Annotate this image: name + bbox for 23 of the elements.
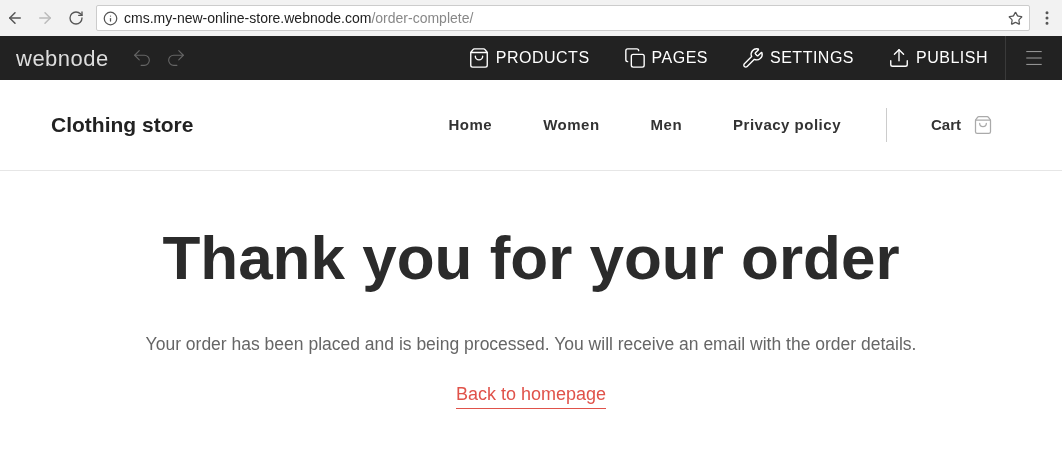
back-to-homepage-link[interactable]: Back to homepage <box>455 381 607 410</box>
pages-icon <box>623 47 646 69</box>
confirmation-message: Your order has been placed and is being processed. You will receive an email with the order details. <box>145 333 917 356</box>
cart-link[interactable]: Cart <box>931 113 961 137</box>
nav-link[interactable]: Privacy policy <box>733 113 841 137</box>
webnode-logo[interactable]: webnode <box>16 41 109 75</box>
url-text: cms.my-new-online-store.webnode.com/order-complete/ <box>124 8 474 28</box>
nav-link[interactable]: Home <box>448 113 493 137</box>
wrench-icon <box>742 47 764 69</box>
site-title[interactable]: Clothing store <box>51 109 194 141</box>
bag-icon <box>467 47 490 69</box>
upload-icon <box>888 47 911 69</box>
toolbar-button[interactable]: PAGES <box>606 36 725 80</box>
address-bar[interactable]: cms.my-new-online-store.webnode.com/order-complete/ <box>96 5 1030 31</box>
toolbar-button[interactable]: SETTINGS <box>725 36 872 80</box>
back-icon[interactable] <box>6 9 24 27</box>
reload-icon[interactable] <box>68 10 84 26</box>
bookmark-star-icon[interactable] <box>1008 10 1023 26</box>
nav-link[interactable]: Men <box>650 113 683 137</box>
info-icon[interactable] <box>103 10 118 26</box>
toolbar-button[interactable]: PRODUCTS <box>450 36 607 80</box>
toolbar-button[interactable]: PUBLISH <box>871 36 1005 80</box>
nav-link[interactable]: Women <box>543 113 600 137</box>
